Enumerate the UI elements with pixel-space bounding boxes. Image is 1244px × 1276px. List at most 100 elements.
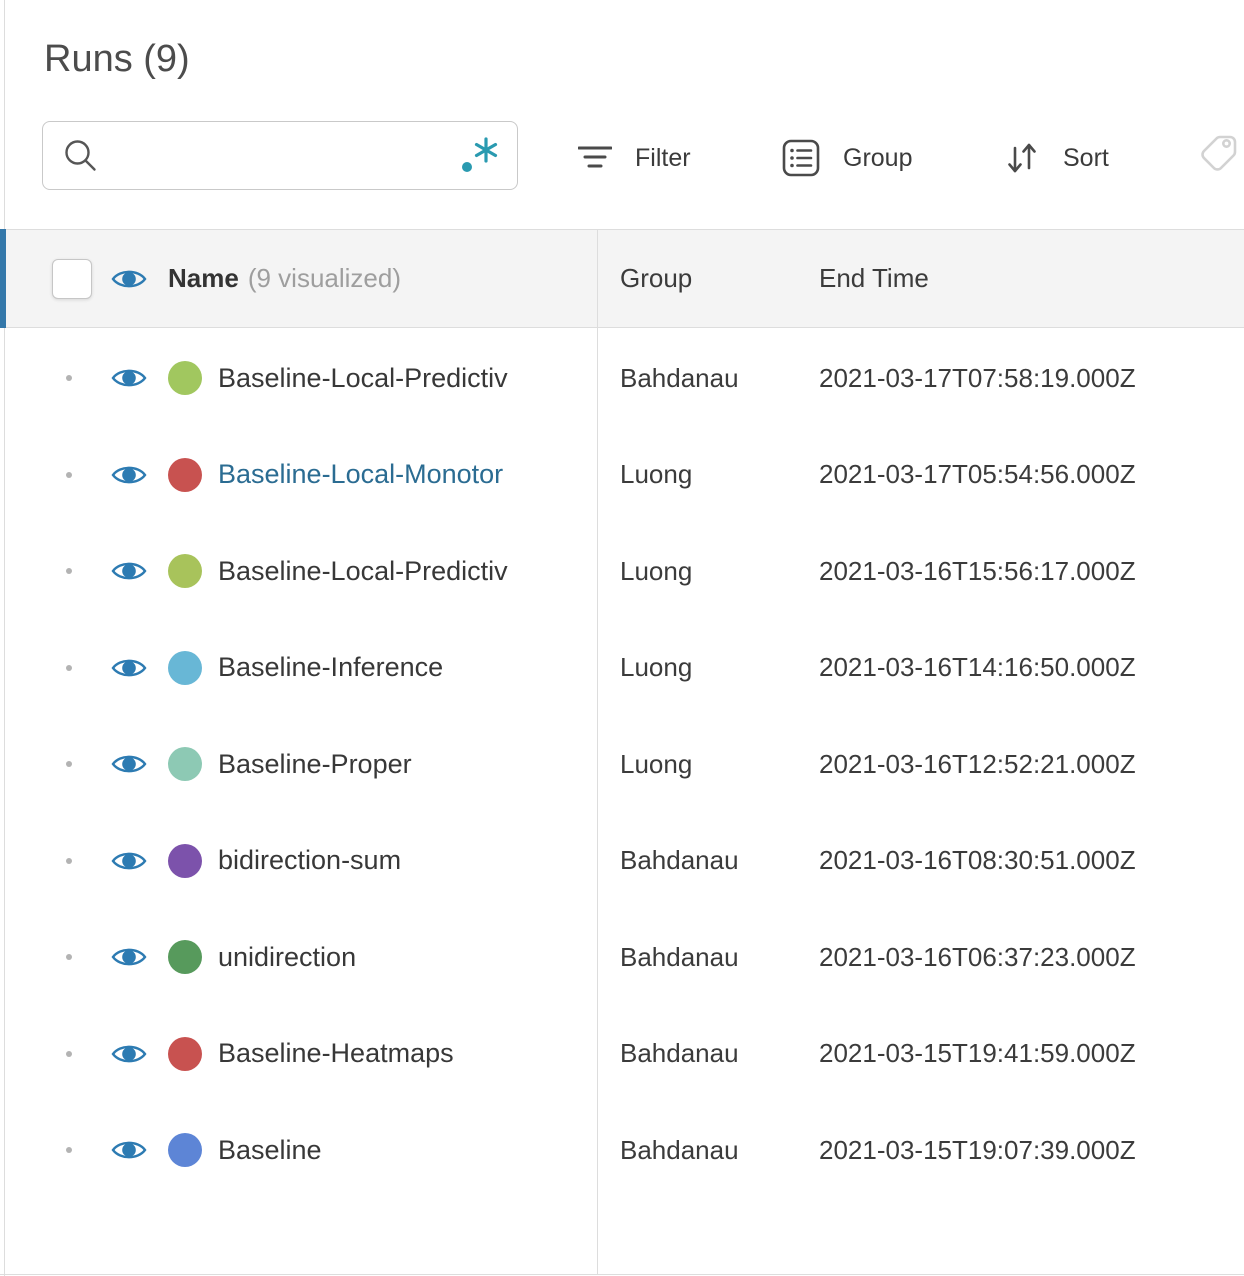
- run-color-dot[interactable]: [168, 747, 202, 782]
- visualized-count: (9 visualized): [247, 263, 401, 293]
- table-row: Baseline Bahdanau 2021-03-15T19:07:39.00…: [0, 1102, 1244, 1199]
- run-group-cell: Luong: [620, 459, 693, 490]
- run-name-link[interactable]: unidirection: [218, 942, 356, 973]
- drag-handle[interactable]: [66, 568, 72, 575]
- run-end-time-cell: 2021-03-16T12:52:21.000Z: [819, 748, 1136, 779]
- column-header-end-time[interactable]: End Time: [795, 263, 1244, 294]
- eye-visibility-icon[interactable]: [110, 751, 148, 777]
- drag-handle[interactable]: [66, 1050, 72, 1057]
- run-color-dot[interactable]: [168, 554, 202, 589]
- run-end-time-cell: 2021-03-16T15:56:17.000Z: [819, 555, 1136, 586]
- eye-visibility-icon[interactable]: [110, 1137, 148, 1163]
- group-icon: [782, 139, 820, 177]
- run-name-cell: Baseline-Local-Monotor: [0, 427, 597, 524]
- group-label: Group: [843, 143, 913, 172]
- run-color-dot[interactable]: [168, 843, 202, 878]
- sort-label: Sort: [1063, 143, 1109, 172]
- run-color-dot[interactable]: [168, 1133, 202, 1168]
- drag-handle[interactable]: [66, 954, 72, 961]
- run-color-dot[interactable]: [168, 457, 202, 492]
- run-end-time-cell: 2021-03-16T14:16:50.000Z: [819, 652, 1136, 683]
- filter-label: Filter: [635, 143, 691, 172]
- column-header-group[interactable]: Group: [597, 263, 795, 294]
- run-group-cell: Bahdanau: [620, 941, 739, 972]
- visibility-all-eye-icon[interactable]: [110, 266, 148, 292]
- table-row: Baseline-Heatmaps Bahdanau 2021-03-15T19…: [0, 1006, 1244, 1103]
- tag-icon: [1201, 135, 1237, 171]
- run-name-cell: Baseline-Heatmaps: [0, 1006, 597, 1103]
- run-name-cell: Baseline-Local-Predictiv: [0, 330, 597, 427]
- eye-visibility-icon[interactable]: [110, 944, 148, 970]
- run-color-dot[interactable]: [168, 650, 202, 685]
- drag-handle[interactable]: [66, 471, 72, 478]
- run-group-cell: Bahdanau: [620, 1134, 739, 1165]
- drag-handle[interactable]: [66, 375, 72, 382]
- run-group-cell: Bahdanau: [620, 362, 739, 393]
- runs-panel: Runs (9) Filter Group Sort Name (9 visua…: [0, 0, 1244, 1276]
- run-group-cell: Luong: [620, 748, 693, 779]
- filter-icon: [578, 146, 612, 168]
- run-color-dot[interactable]: [168, 361, 202, 396]
- eye-visibility-icon[interactable]: [110, 558, 148, 584]
- drag-handle[interactable]: [66, 761, 72, 768]
- run-end-time-cell: 2021-03-16T06:37:23.000Z: [819, 941, 1136, 972]
- search-icon: [63, 138, 99, 174]
- eye-visibility-icon[interactable]: [110, 655, 148, 681]
- run-name-cell: unidirection: [0, 909, 597, 1006]
- run-name-link[interactable]: Baseline-Local-Predictiv: [218, 363, 508, 394]
- run-group-cell: Luong: [620, 652, 693, 683]
- sort-icon: [1008, 143, 1036, 173]
- run-end-time-cell: 2021-03-15T19:07:39.000Z: [819, 1134, 1136, 1165]
- drag-handle[interactable]: [66, 1147, 72, 1154]
- eye-visibility-icon[interactable]: [110, 462, 148, 488]
- run-name-cell: Baseline-Proper: [0, 716, 597, 813]
- group-button[interactable]: Group: [782, 136, 912, 180]
- table-row: Baseline-Local-Predictiv Bahdanau 2021-0…: [0, 330, 1244, 427]
- run-name-cell: Baseline-Local-Predictiv: [0, 523, 597, 620]
- panel-bottom-border: [0, 1274, 1244, 1275]
- scroll-indicator: [0, 229, 6, 328]
- sort-button[interactable]: Sort: [1004, 136, 1109, 180]
- table-row: Baseline-Local-Predictiv Luong 2021-03-1…: [0, 523, 1244, 620]
- page-title: Runs (9): [44, 38, 190, 80]
- header-name-cell: Name (9 visualized): [0, 230, 597, 327]
- eye-visibility-icon[interactable]: [110, 1041, 148, 1067]
- filter-button[interactable]: Filter: [578, 136, 691, 180]
- run-end-time-cell: 2021-03-17T05:54:56.000Z: [819, 459, 1136, 490]
- run-name-link[interactable]: Baseline-Proper: [218, 749, 412, 780]
- run-name-cell: bidirection-sum: [0, 813, 597, 910]
- run-group-cell: Luong: [620, 555, 693, 586]
- eye-visibility-icon[interactable]: [110, 365, 148, 391]
- table-row: Baseline-Local-Monotor Luong 2021-03-17T…: [0, 427, 1244, 524]
- tags-button[interactable]: [1195, 130, 1243, 183]
- drag-handle[interactable]: [66, 664, 72, 671]
- run-end-time-cell: 2021-03-16T08:30:51.000Z: [819, 845, 1136, 876]
- run-color-dot[interactable]: [168, 940, 202, 975]
- eye-visibility-icon[interactable]: [110, 848, 148, 874]
- run-name-link[interactable]: bidirection-sum: [218, 845, 401, 876]
- run-group-cell: Bahdanau: [620, 845, 739, 876]
- table-row: Baseline-Inference Luong 2021-03-16T14:1…: [0, 620, 1244, 717]
- run-end-time-cell: 2021-03-17T07:58:19.000Z: [819, 362, 1136, 393]
- search-box: [42, 121, 518, 190]
- table-body: Baseline-Local-Predictiv Bahdanau 2021-0…: [0, 330, 1244, 1199]
- column-header-name[interactable]: Name: [168, 263, 239, 294]
- run-name-link[interactable]: Baseline-Inference: [218, 652, 443, 683]
- table-row: Baseline-Proper Luong 2021-03-16T12:52:2…: [0, 716, 1244, 813]
- run-color-dot[interactable]: [168, 1036, 202, 1071]
- run-end-time-cell: 2021-03-15T19:41:59.000Z: [819, 1038, 1136, 1069]
- table-header: Name (9 visualized) Group End Time: [0, 229, 1244, 328]
- run-name-cell: Baseline-Inference: [0, 620, 597, 717]
- run-name-cell: Baseline: [0, 1102, 597, 1199]
- table-row: bidirection-sum Bahdanau 2021-03-16T08:3…: [0, 813, 1244, 910]
- table-row: unidirection Bahdanau 2021-03-16T06:37:2…: [0, 909, 1244, 1006]
- run-name-link[interactable]: Baseline-Local-Monotor: [218, 459, 503, 490]
- run-group-cell: Bahdanau: [620, 1038, 739, 1069]
- run-name-link[interactable]: Baseline-Heatmaps: [218, 1038, 454, 1069]
- drag-handle[interactable]: [66, 857, 72, 864]
- regex-toggle-icon[interactable]: [457, 133, 503, 179]
- select-all-checkbox[interactable]: [52, 258, 92, 299]
- run-name-link[interactable]: Baseline: [218, 1135, 322, 1166]
- search-input[interactable]: [99, 122, 457, 189]
- run-name-link[interactable]: Baseline-Local-Predictiv: [218, 556, 508, 587]
